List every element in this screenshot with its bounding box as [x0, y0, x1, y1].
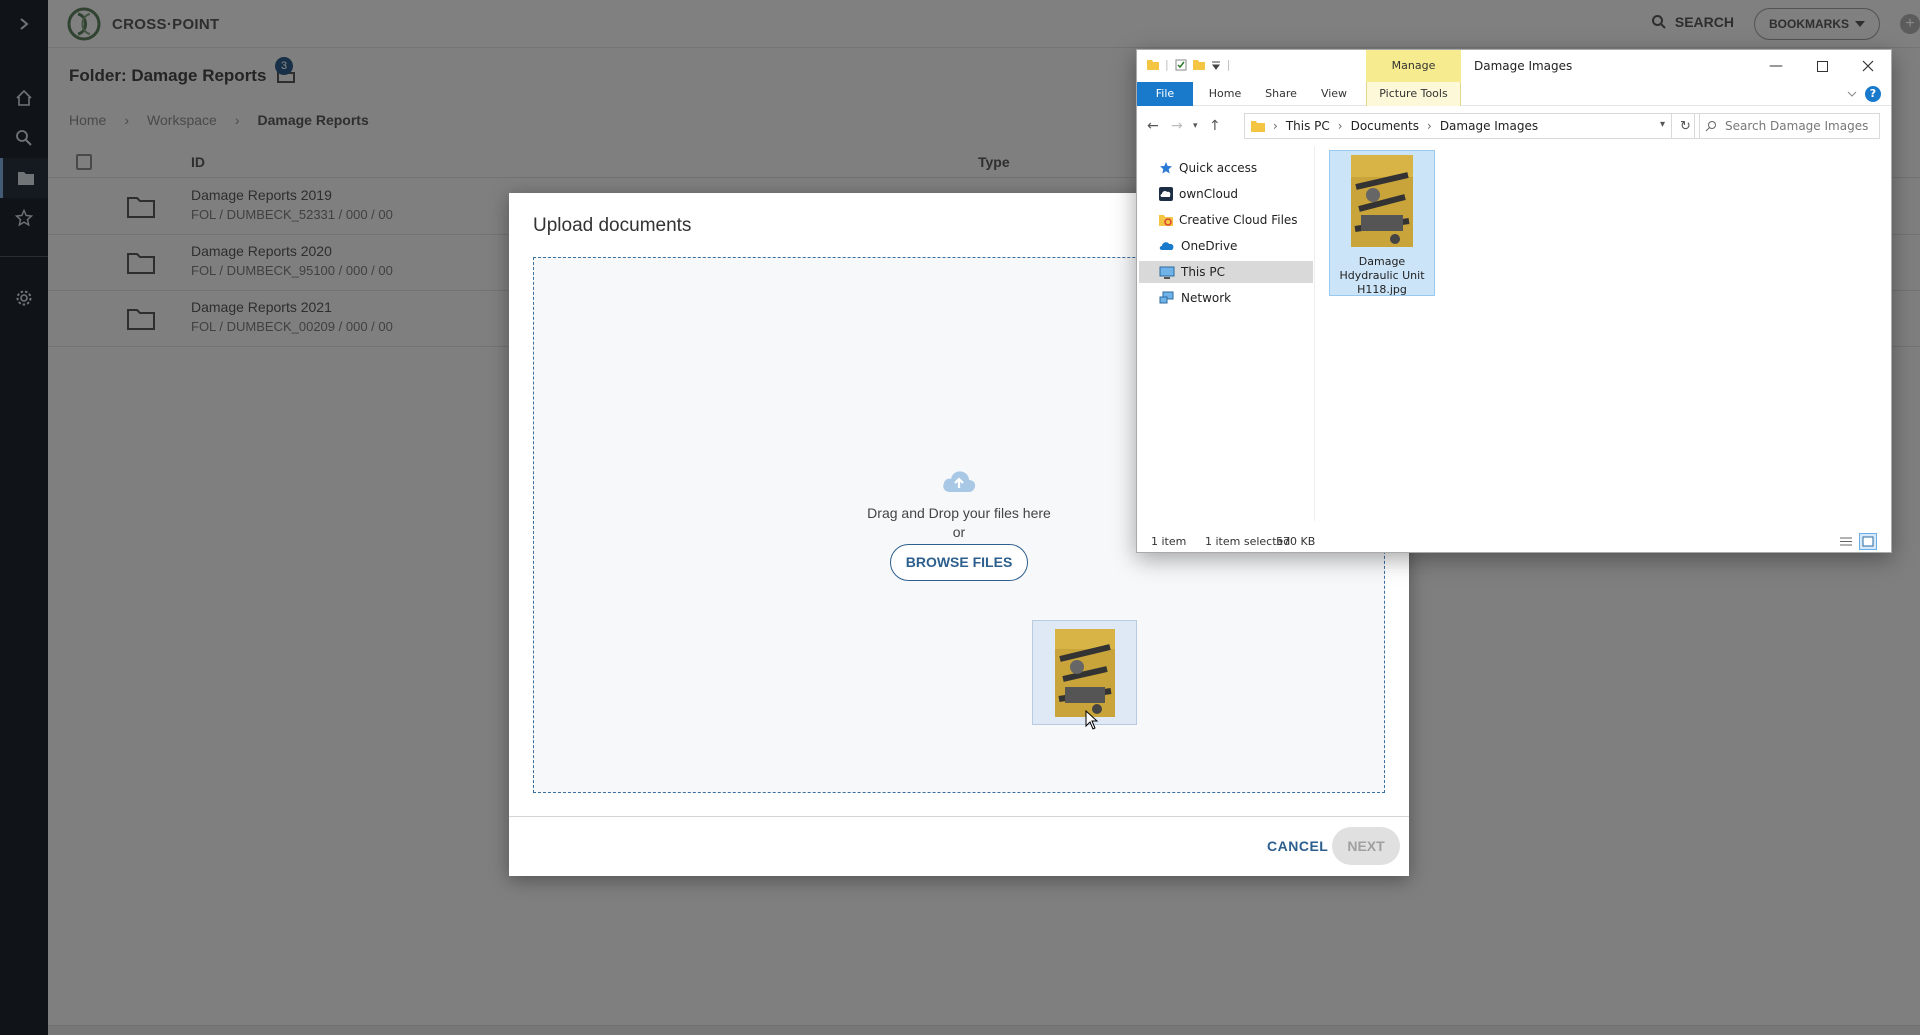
explorer-search-input[interactable]: Search Damage Images	[1694, 113, 1880, 139]
status-size: 570 KB	[1276, 535, 1316, 548]
onedrive-cloud-icon	[1159, 242, 1174, 250]
help-icon[interactable]: ?	[1865, 86, 1881, 102]
image-thumbnail	[1054, 628, 1115, 717]
search-placeholder: Search Damage Images	[1725, 119, 1869, 133]
file-name-line: Hdydraulic Unit	[1339, 269, 1425, 282]
image-thumbnail	[1351, 155, 1413, 247]
quick-access-toolbar: | |	[1147, 58, 1230, 71]
ribbon-tab-file[interactable]: File	[1137, 82, 1193, 106]
up-arrow-icon[interactable]: ↑	[1209, 118, 1221, 134]
file-list-area[interactable]: Damage Hdydraulic Unit H118.jpg	[1315, 146, 1893, 521]
search-icon	[1705, 121, 1716, 132]
nav-item-creative-cloud[interactable]: Creative Cloud Files	[1139, 209, 1313, 231]
creative-cloud-folder-icon	[1159, 215, 1173, 226]
address-bar[interactable]: › This PC › Documents › Damage Images ▾	[1244, 113, 1672, 139]
dialog-title: Upload documents	[533, 215, 692, 236]
dialog-footer-divider	[509, 816, 1409, 817]
details-view-icon[interactable]	[1837, 533, 1855, 550]
file-name-line: H118.jpg	[1357, 283, 1407, 296]
manage-tab[interactable]: Manage	[1366, 50, 1461, 82]
nav-item-label: Network	[1181, 291, 1232, 305]
back-arrow-icon[interactable]: ←	[1147, 118, 1159, 134]
file-item[interactable]: Damage Hdydraulic Unit H118.jpg	[1329, 150, 1435, 296]
close-icon[interactable]	[1845, 50, 1891, 82]
nav-item-label: Creative Cloud Files	[1179, 213, 1298, 227]
owncloud-icon	[1159, 187, 1173, 201]
computer-icon	[1159, 266, 1175, 279]
next-button[interactable]: NEXT	[1332, 827, 1400, 865]
nav-item-owncloud[interactable]: ownCloud	[1139, 183, 1313, 205]
cancel-button[interactable]: CANCEL	[1267, 838, 1328, 854]
file-explorer-window: | | Manage Damage Images — File Home Sha…	[1136, 49, 1892, 553]
network-icon	[1159, 291, 1174, 304]
browse-files-button[interactable]: BROWSE FILES	[889, 544, 1029, 581]
address-segment[interactable]: Damage Images	[1440, 119, 1538, 133]
qat-divider: |	[1165, 58, 1169, 71]
nav-item-label: Quick access	[1179, 161, 1258, 175]
qat-customize-icon[interactable]	[1211, 60, 1221, 70]
address-segment[interactable]: Documents	[1351, 119, 1419, 133]
address-dropdown-icon[interactable]: ▾	[1660, 119, 1665, 130]
view-toggle	[1837, 533, 1877, 550]
folder-icon	[1251, 121, 1265, 132]
minimize-icon[interactable]: —	[1753, 50, 1799, 82]
maximize-icon[interactable]	[1799, 50, 1845, 82]
nav-item-quick-access[interactable]: Quick access	[1139, 157, 1313, 179]
ribbon-tab-share[interactable]: Share	[1253, 82, 1309, 106]
navigation-pane: Quick access ownCloud Creative Cloud Fil…	[1137, 146, 1315, 521]
nav-item-label: ownCloud	[1179, 187, 1239, 201]
ribbon-tab-home[interactable]: Home	[1197, 82, 1253, 106]
chevron-right-icon: ›	[1273, 119, 1278, 133]
folder-icon	[1147, 59, 1159, 70]
ribbon-tabs: File Home Share View Picture Tools ?	[1137, 82, 1891, 106]
nav-item-label: OneDrive	[1181, 239, 1238, 253]
cloud-upload-icon	[943, 471, 976, 492]
file-name-line: Damage	[1358, 255, 1406, 268]
nav-item-label: This PC	[1181, 265, 1225, 279]
expand-ribbon-icon[interactable]	[1847, 90, 1857, 98]
address-row: ← → ▾ ↑ › This PC › Documents › Damage I…	[1137, 106, 1891, 146]
star-icon	[1160, 162, 1172, 174]
properties-icon[interactable]	[1175, 59, 1187, 71]
ribbon-tab-picture-tools[interactable]: Picture Tools	[1366, 82, 1461, 106]
window-title: Damage Images	[1474, 59, 1573, 73]
ribbon-tab-view[interactable]: View	[1309, 82, 1359, 106]
nav-item-onedrive[interactable]: OneDrive	[1139, 235, 1313, 257]
new-folder-icon[interactable]	[1192, 59, 1205, 71]
forward-arrow-icon[interactable]: →	[1171, 118, 1183, 134]
large-icons-view-icon[interactable]	[1859, 533, 1877, 550]
address-segment[interactable]: This PC	[1286, 119, 1330, 133]
file-name: Damage Hdydraulic Unit H118.jpg	[1330, 255, 1434, 297]
recent-locations-icon[interactable]: ▾	[1193, 121, 1198, 131]
chevron-right-icon: ›	[1337, 119, 1343, 133]
nav-item-network[interactable]: Network	[1139, 287, 1313, 309]
explorer-titlebar[interactable]: | | Manage Damage Images —	[1137, 50, 1891, 82]
chevron-right-icon: ›	[1427, 119, 1432, 133]
nav-item-this-pc[interactable]: This PC	[1139, 261, 1313, 283]
mouse-cursor-icon	[1085, 710, 1099, 730]
status-bar: 1 item 1 item selected 570 KB	[1137, 530, 1891, 554]
ribbon-right-controls: ?	[1847, 86, 1881, 102]
qat-divider: |	[1226, 58, 1231, 71]
status-item-count: 1 item	[1151, 535, 1187, 548]
